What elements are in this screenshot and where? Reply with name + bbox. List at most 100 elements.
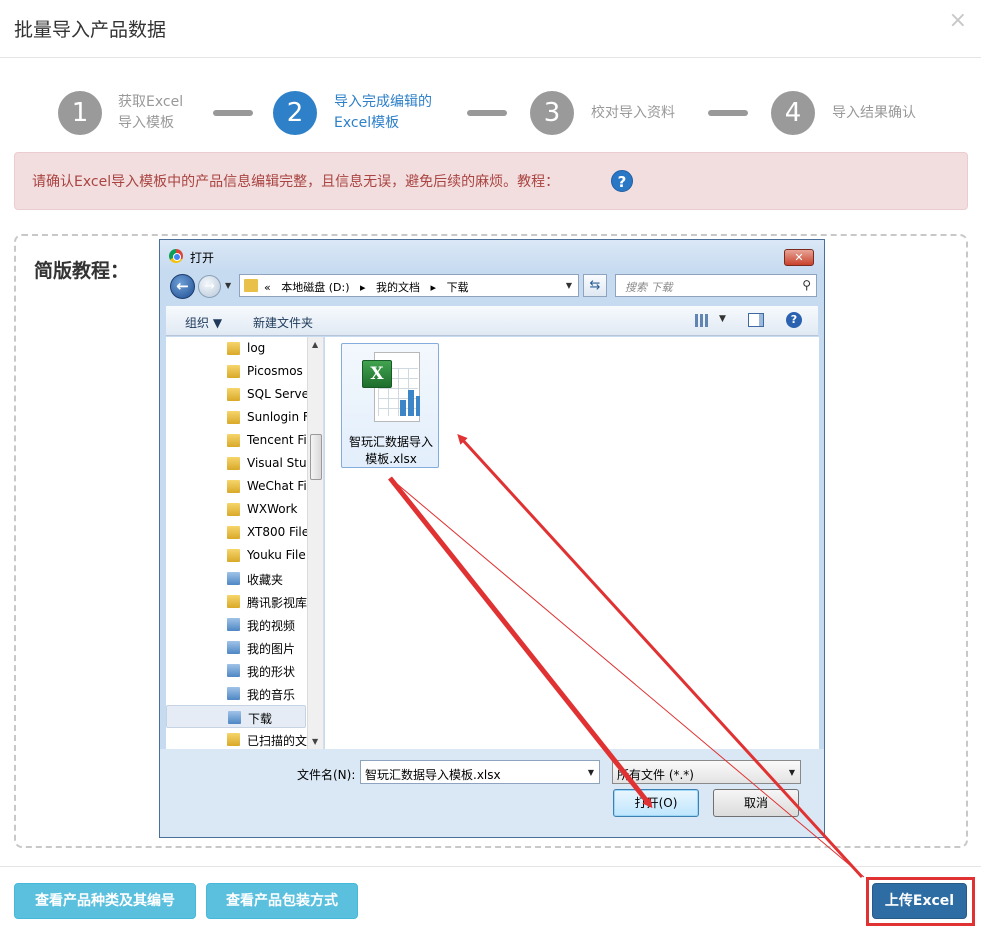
tree-item-label: Picosmos bbox=[247, 364, 303, 378]
tree-item[interactable]: Youku File bbox=[166, 544, 306, 567]
modal-title: 批量导入产品数据 bbox=[14, 19, 167, 41]
step-label: 校对导入资料 bbox=[591, 105, 675, 121]
folder-icon bbox=[227, 687, 240, 700]
breadcrumb-overflow[interactable]: « bbox=[264, 281, 271, 294]
step-connector bbox=[213, 110, 253, 116]
breadcrumb-item[interactable]: 下载 bbox=[447, 281, 469, 294]
tree-item-label: 我的视频 bbox=[247, 619, 296, 633]
folder-icon bbox=[227, 457, 240, 470]
tree-item-label: Tencent Fi bbox=[247, 433, 307, 447]
folder-icon bbox=[227, 342, 240, 355]
folder-icon bbox=[227, 480, 240, 493]
annotation-highlight-box bbox=[866, 877, 975, 926]
open-button[interactable]: 打开(O) bbox=[613, 789, 699, 817]
tree-item[interactable]: 我的视频 bbox=[166, 613, 306, 636]
tree-item-label: 下载 bbox=[248, 712, 273, 726]
dialog-title: 打开 bbox=[190, 251, 215, 265]
scroll-down-icon[interactable]: ▼ bbox=[312, 737, 318, 746]
modal-header: 批量导入产品数据 × bbox=[0, 0, 981, 58]
view-packaging-button[interactable]: 查看产品包装方式 bbox=[206, 883, 358, 919]
tree-item[interactable]: log bbox=[166, 337, 306, 360]
step-number: 3 bbox=[530, 91, 574, 135]
cancel-button[interactable]: 取消 bbox=[713, 789, 799, 817]
tree-item[interactable]: WeChat Fi bbox=[166, 475, 307, 498]
view-categories-button[interactable]: 查看产品种类及其编号 bbox=[14, 883, 196, 919]
file-bar-shape bbox=[400, 400, 406, 416]
folder-icon bbox=[227, 411, 240, 424]
tree-item[interactable]: 我的图片 bbox=[166, 636, 306, 659]
file-name-line1: 智玩汇数据导入 bbox=[348, 435, 433, 449]
chevron-down-icon[interactable]: ▼ bbox=[719, 314, 726, 324]
folder-icon bbox=[227, 664, 240, 677]
file-item[interactable]: X 智玩汇数据导入 模板.xlsx bbox=[341, 343, 439, 468]
tree-item-label: Visual Stuc bbox=[247, 456, 314, 470]
preview-pane-icon[interactable] bbox=[748, 313, 764, 327]
tree-item[interactable]: WXWork bbox=[166, 498, 306, 521]
close-icon[interactable]: × bbox=[949, 10, 967, 32]
folder-icon bbox=[244, 279, 258, 292]
step-label: 获取Excel 导入模板 bbox=[118, 92, 183, 134]
forward-arrow-icon[interactable]: → bbox=[198, 275, 221, 298]
view-options-icon[interactable] bbox=[695, 314, 709, 327]
step-connector bbox=[467, 110, 507, 116]
new-folder-button[interactable]: 新建文件夹 bbox=[253, 314, 313, 331]
dialog-bottom-pane: 文件名(N): 智玩汇数据导入模板.xlsx ▼ 所有文件 (*.*) ▼ 打开… bbox=[160, 749, 824, 837]
filename-label: 文件名(N): bbox=[297, 768, 356, 782]
help-icon[interactable]: ? bbox=[786, 312, 802, 328]
file-list: X 智玩汇数据导入 模板.xlsx bbox=[325, 337, 819, 749]
history-dropdown-icon[interactable]: ▼ bbox=[225, 281, 231, 290]
tree-item[interactable]: 我的音乐 bbox=[166, 682, 306, 705]
tree-item[interactable]: 下载 bbox=[166, 705, 306, 728]
folder-icon bbox=[227, 641, 240, 654]
tree-item[interactable]: 我的形状 bbox=[166, 659, 306, 682]
tree-scrollbar[interactable]: ▲ ▼ bbox=[307, 337, 323, 749]
back-arrow-icon[interactable]: ← bbox=[170, 274, 195, 299]
address-bar[interactable]: « 本地磁盘 (D:) ▸ 我的文档 ▸ 下载 ▼ bbox=[239, 274, 579, 297]
chrome-icon bbox=[169, 249, 183, 263]
tree-item[interactable]: 收藏夹 bbox=[166, 567, 306, 590]
tree-item-label: 我的形状 bbox=[247, 665, 296, 679]
folder-icon bbox=[227, 434, 240, 447]
scroll-up-icon[interactable]: ▲ bbox=[312, 340, 318, 349]
address-row: ← → ▼ « 本地磁盘 (D:) ▸ 我的文档 ▸ 下载 ▼ ⇆ 搜索 下载 … bbox=[160, 272, 824, 302]
tree-item[interactable]: XT800 File bbox=[166, 521, 309, 544]
step-number: 2 bbox=[273, 91, 317, 135]
step-number: 1 bbox=[58, 91, 102, 135]
tree-item-label: 腾讯影视库 bbox=[247, 596, 308, 610]
file-name: 智玩汇数据导入 模板.xlsx bbox=[344, 434, 438, 468]
dialog-close-button[interactable]: ✕ bbox=[784, 249, 814, 266]
chevron-down-icon[interactable]: ▼ bbox=[566, 281, 572, 290]
tree-item-label: 已扫描的文 bbox=[247, 734, 308, 748]
tree-item[interactable]: 已扫描的文 bbox=[166, 728, 308, 749]
tree-item[interactable]: Sunlogin F bbox=[166, 406, 310, 429]
tree-item-label: WeChat Fi bbox=[247, 479, 307, 493]
tree-item[interactable]: Picosmos bbox=[166, 360, 306, 383]
folder-icon bbox=[227, 549, 240, 562]
breadcrumb-item[interactable]: 我的文档 bbox=[376, 281, 420, 294]
tree-item-label: 收藏夹 bbox=[247, 573, 284, 587]
tree-item[interactable]: Visual Stuc bbox=[166, 452, 313, 475]
step-label-line1: 获取Excel bbox=[118, 94, 184, 110]
question-circle-icon[interactable]: ? bbox=[611, 170, 633, 192]
filename-input[interactable]: 智玩汇数据导入模板.xlsx ▼ bbox=[360, 760, 600, 784]
file-bar-shape bbox=[416, 396, 420, 416]
tree-item[interactable]: 腾讯影视库 bbox=[166, 590, 308, 613]
chevron-down-icon[interactable]: ▼ bbox=[789, 768, 795, 777]
tree-item[interactable]: Tencent Fi bbox=[166, 429, 307, 452]
folder-icon bbox=[227, 503, 240, 516]
filetype-select[interactable]: 所有文件 (*.*) ▼ bbox=[612, 760, 801, 784]
search-input[interactable]: 搜索 下载 ⚲ bbox=[615, 274, 817, 297]
chevron-down-icon[interactable]: ▼ bbox=[588, 768, 594, 777]
file-bar-shape bbox=[408, 390, 414, 416]
folder-icon bbox=[227, 365, 240, 378]
tree-item[interactable]: SQL Serve bbox=[166, 383, 309, 406]
step-connector bbox=[708, 110, 748, 116]
filename-value: 智玩汇数据导入模板.xlsx bbox=[365, 768, 501, 782]
step-number: 4 bbox=[771, 91, 815, 135]
tree-item-label: 我的音乐 bbox=[247, 688, 296, 702]
breadcrumb-item[interactable]: 本地磁盘 (D:) bbox=[281, 281, 349, 294]
tree-item-label: log bbox=[247, 341, 266, 355]
organize-menu[interactable]: 组织 ▼ bbox=[185, 314, 222, 331]
scroll-thumb[interactable] bbox=[310, 434, 322, 480]
refresh-icon[interactable]: ⇆ bbox=[583, 274, 607, 297]
